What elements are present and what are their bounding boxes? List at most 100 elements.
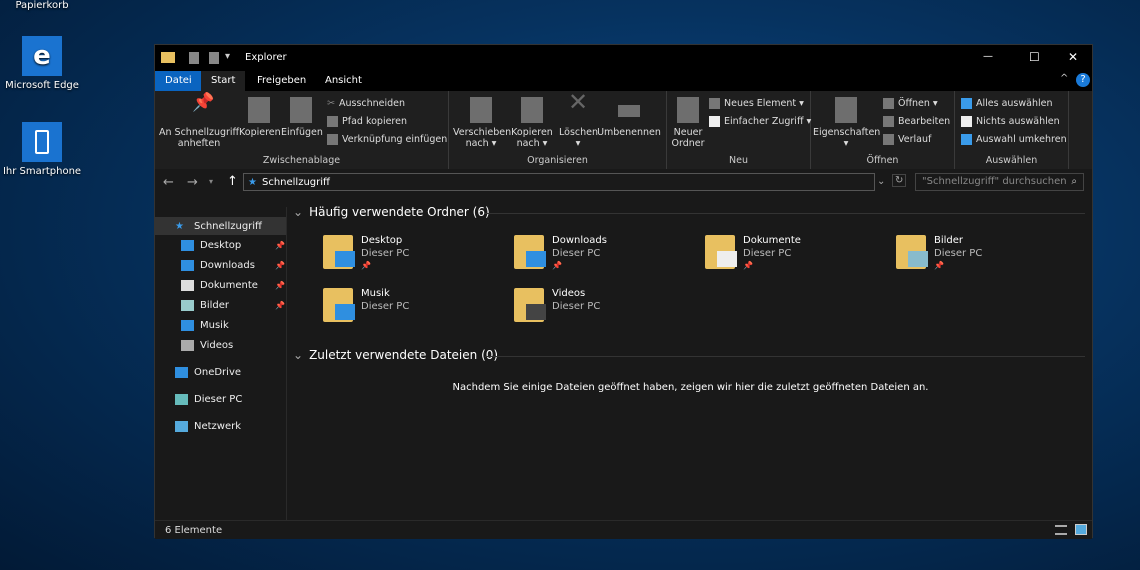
up-button[interactable]: ↑ bbox=[227, 174, 238, 189]
chevron-down-icon: ⌄ bbox=[293, 348, 304, 362]
sidebar-item-label: Videos bbox=[200, 340, 234, 351]
tab-datei[interactable]: Datei bbox=[155, 71, 201, 91]
move-to-button[interactable]: Verschieben nach ▾ bbox=[453, 97, 511, 149]
folder-icon bbox=[514, 288, 546, 322]
section-recent-files[interactable]: ⌄ Zuletzt verwendete Dateien (0) bbox=[293, 348, 498, 362]
pin-quick-access-button[interactable]: 📌 An Schnellzugriff anheften bbox=[159, 94, 239, 150]
explorer-window: ▾ Explorer — ☐ ✕ Datei Start Freigeben A… bbox=[154, 44, 1093, 539]
folder-location: Dieser PC bbox=[934, 248, 983, 259]
download-icon bbox=[181, 260, 194, 271]
music-icon bbox=[181, 320, 194, 331]
sidebar-item-bilder[interactable]: Bilder 📌 bbox=[181, 300, 289, 311]
folder-location: Dieser PC bbox=[361, 248, 410, 259]
forward-button[interactable]: → bbox=[187, 175, 198, 190]
folder-tile-desktop[interactable]: Desktop Dieser PC 📌 bbox=[323, 235, 503, 279]
history-button[interactable]: Verlauf bbox=[883, 134, 931, 145]
collapse-ribbon-icon[interactable]: ^ bbox=[1060, 73, 1068, 84]
sidebar-item-videos[interactable]: Videos bbox=[181, 340, 289, 351]
invert-selection-button[interactable]: Auswahl umkehren bbox=[961, 134, 1067, 145]
maximize-button[interactable]: ☐ bbox=[1029, 50, 1040, 64]
search-input[interactable]: "Schnellzugriff" durchsuchen ⌕ bbox=[915, 173, 1084, 191]
history-icon bbox=[883, 134, 894, 145]
back-button[interactable]: ← bbox=[163, 175, 174, 190]
window-title: Explorer bbox=[245, 52, 287, 63]
sidebar-item-dokumente[interactable]: Dokumente 📌 bbox=[181, 280, 289, 291]
select-all-button[interactable]: Alles auswählen bbox=[961, 98, 1053, 109]
tab-ansicht[interactable]: Ansicht bbox=[315, 71, 372, 91]
sidebar-item-label: Dokumente bbox=[200, 280, 258, 291]
copy-to-button[interactable]: Kopieren nach ▾ bbox=[509, 97, 555, 149]
open-button[interactable]: Öffnen ▾ bbox=[883, 98, 938, 109]
pin-icon: 📌 bbox=[275, 301, 285, 310]
close-button[interactable]: ✕ bbox=[1068, 50, 1078, 64]
folder-tile-videos[interactable]: Videos Dieser PC bbox=[514, 288, 694, 332]
copy-button[interactable]: Kopieren bbox=[239, 97, 281, 138]
cloud-icon bbox=[175, 367, 188, 378]
folder-tile-musik[interactable]: Musik Dieser PC bbox=[323, 288, 503, 332]
sidebar-item-dieser-pc[interactable]: Dieser PC bbox=[175, 394, 283, 405]
select-all-icon bbox=[961, 98, 972, 109]
new-item-button[interactable]: Neues Element ▾ bbox=[709, 98, 804, 109]
rename-button[interactable]: Umbenennen bbox=[597, 97, 661, 138]
folder-name: Videos bbox=[552, 288, 586, 299]
help-icon[interactable]: ? bbox=[1076, 73, 1090, 87]
cut-button[interactable]: ✂ Ausschneiden bbox=[327, 98, 405, 109]
minimize-button[interactable]: — bbox=[983, 51, 993, 62]
folder-tile-dokumente[interactable]: Dokumente Dieser PC 📌 bbox=[705, 235, 885, 279]
move-icon bbox=[470, 97, 492, 123]
desktop-icon-edge[interactable]: e Microsoft Edge bbox=[2, 36, 82, 91]
large-icons-view-button[interactable] bbox=[1075, 524, 1087, 535]
group-label: Neu bbox=[729, 155, 748, 166]
copy-path-button[interactable]: Pfad kopieren bbox=[327, 116, 407, 127]
select-none-icon bbox=[961, 116, 972, 127]
sidebar-item-netzwerk[interactable]: Netzwerk bbox=[175, 421, 283, 432]
folder-name: Downloads bbox=[552, 235, 607, 246]
details-view-button[interactable] bbox=[1055, 525, 1067, 535]
select-none-button[interactable]: Nichts auswählen bbox=[961, 116, 1060, 127]
properties-quick-icon[interactable] bbox=[189, 52, 199, 64]
edge-icon: e bbox=[22, 36, 62, 76]
new-folder-button[interactable]: Neuer Ordner bbox=[671, 97, 705, 149]
sidebar-item-schnellzugriff[interactable]: ★ Schnellzugriff bbox=[155, 217, 286, 235]
paste-button[interactable]: Einfügen bbox=[281, 97, 323, 138]
sidebar-item-downloads[interactable]: Downloads 📌 bbox=[181, 260, 289, 271]
tab-start[interactable]: Start bbox=[201, 71, 245, 91]
easy-access-button[interactable]: Einfacher Zugriff ▾ bbox=[709, 116, 811, 127]
folder-tile-downloads[interactable]: Downloads Dieser PC 📌 bbox=[514, 235, 694, 279]
refresh-button[interactable]: ↻ bbox=[892, 174, 907, 187]
sidebar-item-label: Netzwerk bbox=[194, 421, 242, 432]
sidebar-item-label: Bilder bbox=[200, 300, 230, 311]
paste-shortcut-button[interactable]: Verknüpfung einfügen bbox=[327, 134, 447, 145]
group-select: Alles auswählen Nichts auswählen Auswahl… bbox=[955, 91, 1069, 169]
sidebar-item-onedrive[interactable]: OneDrive bbox=[175, 367, 283, 378]
ribbon: 📌 An Schnellzugriff anheften Kopieren Ein… bbox=[155, 90, 1092, 169]
folder-tile-bilder[interactable]: Bilder Dieser PC 📌 bbox=[896, 235, 1076, 279]
invert-selection-icon bbox=[961, 134, 972, 145]
sidebar-item-musik[interactable]: Musik bbox=[181, 320, 289, 331]
icon-label: Microsoft Edge bbox=[5, 80, 79, 91]
delete-button[interactable]: ✕ Löschen ▾ bbox=[559, 90, 598, 149]
navigation-pane bbox=[155, 207, 287, 520]
customize-quick-access-icon[interactable]: ▾ bbox=[225, 51, 230, 62]
star-icon: ★ bbox=[248, 176, 257, 188]
properties-icon bbox=[835, 97, 857, 123]
new-folder-quick-icon[interactable] bbox=[209, 52, 219, 64]
edit-button[interactable]: Bearbeiten bbox=[883, 116, 950, 127]
recent-locations-button[interactable]: ▾ bbox=[209, 177, 213, 186]
desktop-icon-recycle-bin[interactable]: Papierkorb bbox=[2, 0, 82, 11]
tab-freigeben[interactable]: Freigeben bbox=[247, 71, 316, 91]
pin-icon: 📌 bbox=[275, 281, 285, 290]
status-bar: 6 Elemente bbox=[155, 520, 1092, 539]
address-dropdown-button[interactable]: ⌄ bbox=[877, 176, 885, 187]
section-frequent-folders[interactable]: ⌄ Häufig verwendete Ordner (6) bbox=[293, 205, 490, 219]
document-icon bbox=[181, 280, 194, 291]
easy-access-icon bbox=[709, 116, 720, 127]
sidebar-item-desktop[interactable]: Desktop 📌 bbox=[181, 240, 289, 251]
properties-button[interactable]: Eigenschaften ▾ bbox=[813, 97, 880, 149]
desktop-icon-smartphone[interactable]: Ihr Smartphone bbox=[2, 122, 82, 177]
address-input[interactable]: ★ Schnellzugriff bbox=[243, 173, 875, 191]
folder-name: Dokumente bbox=[743, 235, 801, 246]
pictures-icon bbox=[181, 300, 194, 311]
group-open: Eigenschaften ▾ Öffnen ▾ Bearbeiten Verl… bbox=[811, 91, 955, 169]
item-count: 6 Elemente bbox=[165, 525, 223, 536]
